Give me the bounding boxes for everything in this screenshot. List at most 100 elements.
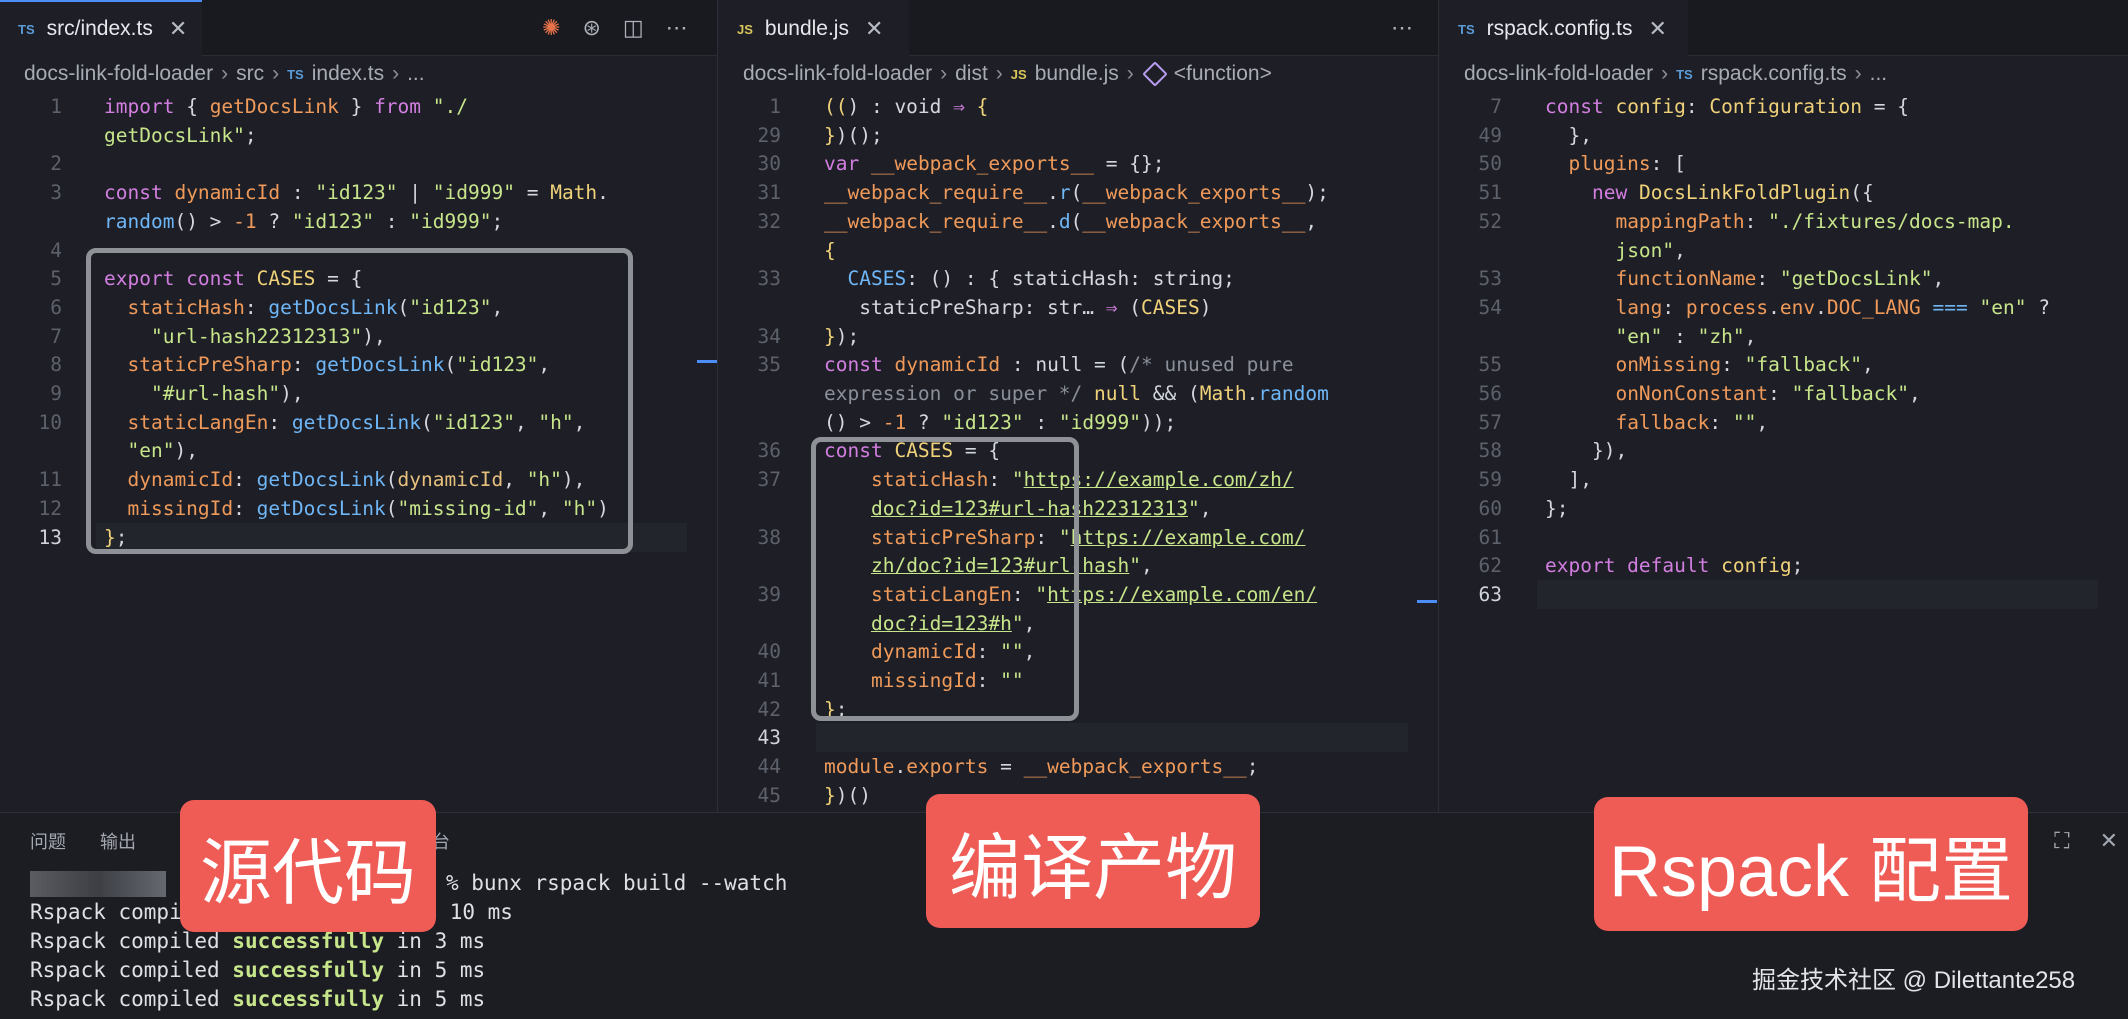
code-text: plugins: [ <box>1568 152 1686 176</box>
code-line: 49 }, <box>1440 121 2128 150</box>
code-line: 51 new DocsLinkFoldPlugin({ <box>1440 178 2128 207</box>
code-line: 31 __webpack_require__.r(__webpack_export… <box>719 178 1438 207</box>
breadcrumb-item[interactable]: rspack.config.ts <box>1701 62 1847 86</box>
line-number: 32 <box>757 209 781 233</box>
more-actions-icon[interactable]: ⋯ <box>666 15 688 41</box>
code-text: onMissing: "fallback", <box>1615 353 1874 377</box>
line-number: 34 <box>757 324 781 348</box>
close-icon[interactable]: ✕ <box>169 16 187 42</box>
scrollbar-marker <box>1417 600 1437 603</box>
close-panel-icon[interactable]: ✕ <box>2100 828 2118 854</box>
code-text: CASES: () : { staticHash: string; <box>847 267 1235 291</box>
close-icon[interactable]: ✕ <box>1649 16 1667 42</box>
code-line: { <box>719 236 1438 265</box>
tab-title: bundle.js <box>764 17 849 40</box>
breadcrumb-item[interactable]: docs-link-fold-loader <box>743 62 932 86</box>
chevron-right-icon: › <box>940 62 948 85</box>
tab-bar: JS bundle.js ✕ ⋯ <box>719 0 1438 56</box>
code-line: 43 <box>719 723 1438 753</box>
status-success: successfully <box>232 958 385 982</box>
line-number: 4 <box>50 238 62 262</box>
code-text: staticPreSharp: str… ⇒ (CASES) <box>824 295 1212 319</box>
terminal-text: Rspack compiled <box>30 987 233 1011</box>
tab-bundle-js[interactable]: JS bundle.js ✕ <box>719 0 909 56</box>
tab-problems[interactable]: 问题 <box>30 828 66 854</box>
code-line: 58 }), <box>1440 436 2128 465</box>
code-text: () > -1 ? "id123" : "id999")); <box>824 410 1177 434</box>
line-number: 49 <box>1478 123 1502 147</box>
close-icon[interactable]: ✕ <box>865 16 883 42</box>
chevron-right-icon: › <box>995 62 1003 85</box>
line-number: 43 <box>757 726 781 750</box>
line-number: 60 <box>1478 496 1502 520</box>
chevron-right-icon: › <box>221 62 229 85</box>
breadcrumb-item[interactable]: ... <box>407 62 425 86</box>
code-line: 53 functionName: "getDocsLink", <box>1440 264 2128 293</box>
line-number: 41 <box>757 669 781 692</box>
line-number: 44 <box>757 755 781 779</box>
line-number: 7 <box>50 324 62 348</box>
openai-icon[interactable]: ⊛ <box>582 15 600 41</box>
breadcrumb-item[interactable]: index.ts <box>312 62 384 86</box>
line-number: 42 <box>757 697 781 721</box>
line-number: 57 <box>1478 410 1502 434</box>
terminal-text: Rspack compiled <box>30 929 233 953</box>
split-editor-icon[interactable]: ◫ <box>623 15 644 41</box>
code-line: getDocsLink"; <box>0 121 717 150</box>
code-text: module.exports = __webpack_exports__; <box>824 755 1259 779</box>
breadcrumb-item[interactable]: ... <box>1870 62 1888 86</box>
code-text: const dynamicId : null = (/* unused pure <box>824 353 1294 377</box>
tab-rspack-config-ts[interactable]: TS rspack.config.ts ✕ <box>1440 0 1688 56</box>
code-line: 33 CASES: () : { staticHash: string; <box>719 264 1438 293</box>
code-text: (() : void ⇒ { <box>824 95 989 118</box>
breadcrumb-item[interactable]: dist <box>955 62 988 86</box>
maximize-panel-icon[interactable]: ⛶ <box>2054 828 2069 854</box>
code-editor[interactable]: 7 const config: Configuration = {49 }, 50 … <box>1440 92 2128 812</box>
code-text: "en" : "zh", <box>1615 324 1757 348</box>
breadcrumb-item[interactable]: <function> <box>1174 62 1272 86</box>
highlight-box <box>811 437 1079 721</box>
tab-output[interactable]: 输出 <box>100 828 136 854</box>
code-text: export default config; <box>1545 554 1804 578</box>
code-text: lang: process.env.DOC_LANG === "en" ? <box>1615 295 2050 319</box>
code-text: })(); <box>824 123 883 147</box>
terminal-text: in 5 ms <box>384 987 486 1011</box>
claude-icon[interactable]: ✺ <box>542 15 560 41</box>
line-number: 39 <box>757 582 781 606</box>
code-line: staticPreSharp: str… ⇒ (CASES) <box>719 293 1438 322</box>
tab-src-index-ts[interactable]: TS src/index.ts ✕ <box>0 0 202 56</box>
editor-actions: ✺ ⊛ ◫ ⋯ <box>542 0 688 56</box>
typescript-file-icon: TS <box>18 21 35 37</box>
code-line: 2 <box>0 149 717 178</box>
breadcrumb-item[interactable]: docs-link-fold-loader <box>24 62 213 86</box>
code-text: expression or super */ null && (Math.ran… <box>824 382 1329 405</box>
line-number: 30 <box>757 152 781 176</box>
line-number: 45 <box>757 783 781 807</box>
code-text: random() > -1 ? "id123" : "id999"; <box>104 209 504 233</box>
tab-title: rspack.config.ts <box>1486 17 1633 40</box>
code-line: 3 const dynamicId : "id123" | "id999" = M… <box>0 178 717 207</box>
code-line: () > -1 ? "id123" : "id999")); <box>719 408 1438 437</box>
line-number: 13 <box>38 525 62 549</box>
line-number: 5 <box>50 267 62 291</box>
line-number: 63 <box>1478 582 1502 606</box>
code-line: 50 plugins: [ <box>1440 149 2128 178</box>
line-number: 29 <box>757 123 781 147</box>
code-line: 57 fallback: "", <box>1440 408 2128 437</box>
breadcrumb: docs-link-fold-loader › src › TS index.ts ›… <box>0 56 717 92</box>
code-line: 54 lang: process.env.DOC_LANG === "en" ? <box>1440 293 2128 322</box>
tab-title: src/index.ts <box>46 17 153 40</box>
more-actions-icon[interactable]: ⋯ <box>1391 15 1413 41</box>
code-line: 32 __webpack_require__.d(__webpack_export… <box>719 207 1438 236</box>
code-line: 34}); <box>719 322 1438 351</box>
source-code-badge: 源代码 <box>180 800 436 932</box>
breadcrumb-item[interactable]: docs-link-fold-loader <box>1464 62 1653 86</box>
redacted-username <box>30 871 166 897</box>
line-number: 9 <box>50 382 62 405</box>
line-number: 56 <box>1478 382 1502 405</box>
breadcrumb-item[interactable]: src <box>236 62 264 86</box>
code-text: }); <box>824 324 860 348</box>
breadcrumb-item[interactable]: bundle.js <box>1035 62 1119 86</box>
code-text: mappingPath: "./fixtures/docs-map. <box>1615 209 2015 233</box>
code-line: 60}; <box>1440 494 2128 523</box>
